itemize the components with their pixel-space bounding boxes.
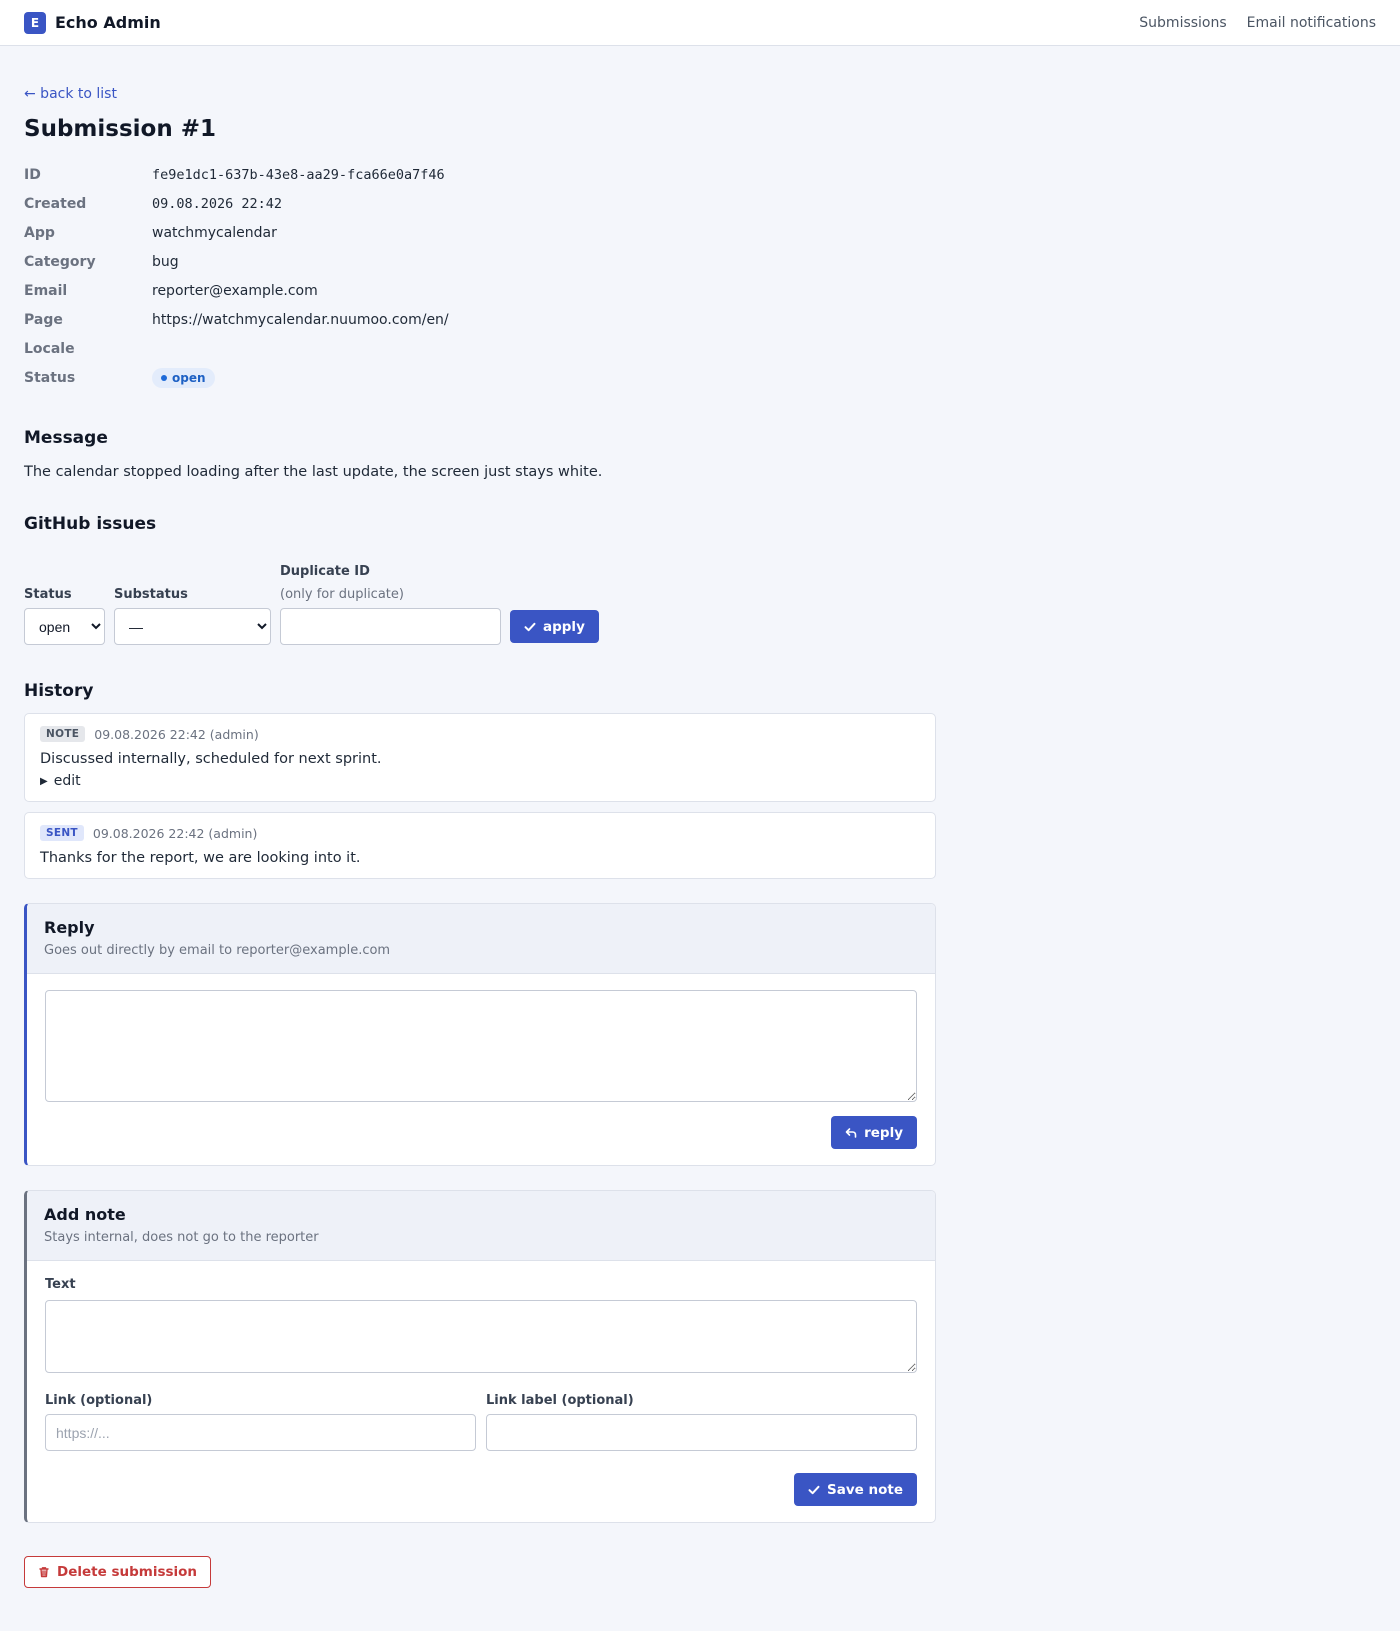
reply-panel-header: Reply Goes out directly by email to repo… xyxy=(27,904,935,974)
note-actions: Save note xyxy=(45,1473,917,1506)
history-item-text: Thanks for the report, we are looking in… xyxy=(40,850,361,866)
delete-submission-button[interactable]: Delete submission xyxy=(24,1556,212,1588)
status-form: Status open Substatus — Duplicate ID (on… xyxy=(24,564,1376,645)
status-badge: open xyxy=(152,367,215,388)
note-link-fields: Link (optional) Link label (optional) xyxy=(45,1393,917,1451)
reply-button-label: reply xyxy=(864,1124,903,1141)
check-icon xyxy=(524,622,536,631)
link-input[interactable] xyxy=(45,1414,476,1451)
status-badge-text: open xyxy=(172,370,206,385)
link-label-input[interactable] xyxy=(486,1414,917,1451)
message-text: The calendar stopped loading after the l… xyxy=(24,464,603,480)
id-label: ID xyxy=(24,166,41,183)
nav-submissions[interactable]: Submissions xyxy=(1139,15,1226,31)
substatus-select-label: Substatus xyxy=(114,587,188,602)
app-label: App xyxy=(24,224,55,241)
reply-panel-body: reply xyxy=(27,974,935,1165)
email-label: Email xyxy=(24,282,68,299)
main-content: ← back to list Submission #1 ID fe9e1dc1… xyxy=(0,46,1400,1588)
status-dot-icon xyxy=(161,374,167,381)
status-field: Status open xyxy=(24,587,105,645)
message-heading: Message xyxy=(24,428,108,448)
email-value: reporter@example.com xyxy=(152,282,318,299)
add-note-subtitle: Stays internal, does not go to the repor… xyxy=(44,1230,319,1245)
trash-icon xyxy=(39,1567,49,1578)
history-item-text: Discussed internally, scheduled for next… xyxy=(40,751,382,767)
submission-details: ID fe9e1dc1-637b-43e8-aa29-fca66e0a7f46 … xyxy=(24,160,1376,392)
substatus-select[interactable]: — xyxy=(114,608,271,645)
note-tag: NOTE xyxy=(40,726,86,742)
check-icon xyxy=(808,1485,820,1494)
apply-button-label: apply xyxy=(543,618,585,635)
duplicate-id-label: Duplicate ID xyxy=(280,564,370,579)
save-note-button[interactable]: Save note xyxy=(794,1473,917,1506)
delete-submission-label: Delete submission xyxy=(57,1564,198,1580)
created-value: 09.08.2026 22:42 xyxy=(152,195,283,212)
category-value: bug xyxy=(152,253,179,270)
status-select-label: Status xyxy=(24,587,72,602)
status-label: Status xyxy=(24,369,76,386)
status-select[interactable]: open xyxy=(24,608,105,645)
reply-panel: Reply Goes out directly by email to repo… xyxy=(24,903,936,1166)
reply-actions: reply xyxy=(45,1116,917,1149)
reply-textarea[interactable] xyxy=(45,990,917,1102)
disclosure-triangle-icon: ▶ xyxy=(40,775,48,787)
app-value: watchmycalendar xyxy=(152,224,277,241)
brand-name: Echo Admin xyxy=(55,13,161,32)
history-item-header: SENT 09.08.2026 22:42 (admin) xyxy=(40,825,920,841)
note-text-label: Text xyxy=(45,1277,76,1292)
page-label: Page xyxy=(24,311,63,328)
nav-email-notifications[interactable]: Email notifications xyxy=(1247,15,1376,31)
id-value: fe9e1dc1-637b-43e8-aa29-fca66e0a7f46 xyxy=(152,166,445,183)
add-note-panel: Add note Stays internal, does not go to … xyxy=(24,1190,936,1523)
history-item-header: NOTE 09.08.2026 22:42 (admin) xyxy=(40,726,920,742)
top-nav: Submissions Email notifications xyxy=(1139,15,1376,31)
top-bar: E Echo Admin Submissions Email notificat… xyxy=(0,0,1400,46)
page-title: Submission #1 xyxy=(24,116,216,142)
status-value-cell: open xyxy=(152,363,1376,392)
brand-logo-icon: E xyxy=(24,11,46,34)
back-to-list-link[interactable]: ← back to list xyxy=(24,86,117,102)
duplicate-id-input[interactable] xyxy=(280,608,501,645)
duplicate-id-hint: (only for duplicate) xyxy=(280,587,404,602)
history-item-meta: 09.08.2026 22:42 (admin) xyxy=(94,726,259,742)
history-item-meta: 09.08.2026 22:42 (admin) xyxy=(92,825,258,841)
reply-title: Reply xyxy=(44,918,95,937)
add-note-panel-header: Add note Stays internal, does not go to … xyxy=(27,1191,935,1261)
reply-subtitle: Goes out directly by email to reporter@e… xyxy=(44,943,391,958)
github-issues-heading: GitHub issues xyxy=(24,514,157,534)
add-note-title: Add note xyxy=(44,1205,126,1224)
link-label: Link (optional) xyxy=(45,1393,153,1408)
edit-toggle-label: edit xyxy=(53,773,81,789)
history-item-note: NOTE 09.08.2026 22:42 (admin) Discussed … xyxy=(24,713,936,802)
page-value: https://watchmycalendar.nuumoo.com/en/ xyxy=(152,311,449,328)
reply-button[interactable]: reply xyxy=(831,1116,917,1149)
link-field: Link (optional) xyxy=(45,1393,476,1451)
note-textarea[interactable] xyxy=(45,1300,917,1373)
edit-toggle[interactable]: ▶ edit xyxy=(40,773,920,789)
duplicate-field: Duplicate ID (only for duplicate) xyxy=(280,564,501,645)
history-item-sent: SENT 09.08.2026 22:42 (admin) Thanks for… xyxy=(24,812,936,879)
link-label-field: Link label (optional) xyxy=(486,1393,917,1451)
category-label: Category xyxy=(24,253,96,270)
created-label: Created xyxy=(24,195,87,212)
substatus-field: Substatus — xyxy=(114,587,271,645)
locale-value xyxy=(152,334,1376,363)
save-note-button-label: Save note xyxy=(827,1481,903,1498)
link-label-label: Link label (optional) xyxy=(486,1393,634,1408)
apply-button[interactable]: apply xyxy=(510,610,599,643)
reply-arrow-icon xyxy=(845,1127,857,1138)
history-heading: History xyxy=(24,681,94,701)
add-note-panel-body: Text Link (optional) Link label (optiona… xyxy=(27,1261,935,1522)
brand[interactable]: E Echo Admin xyxy=(24,11,161,34)
sent-tag: SENT xyxy=(40,825,84,841)
locale-label: Locale xyxy=(24,340,75,357)
